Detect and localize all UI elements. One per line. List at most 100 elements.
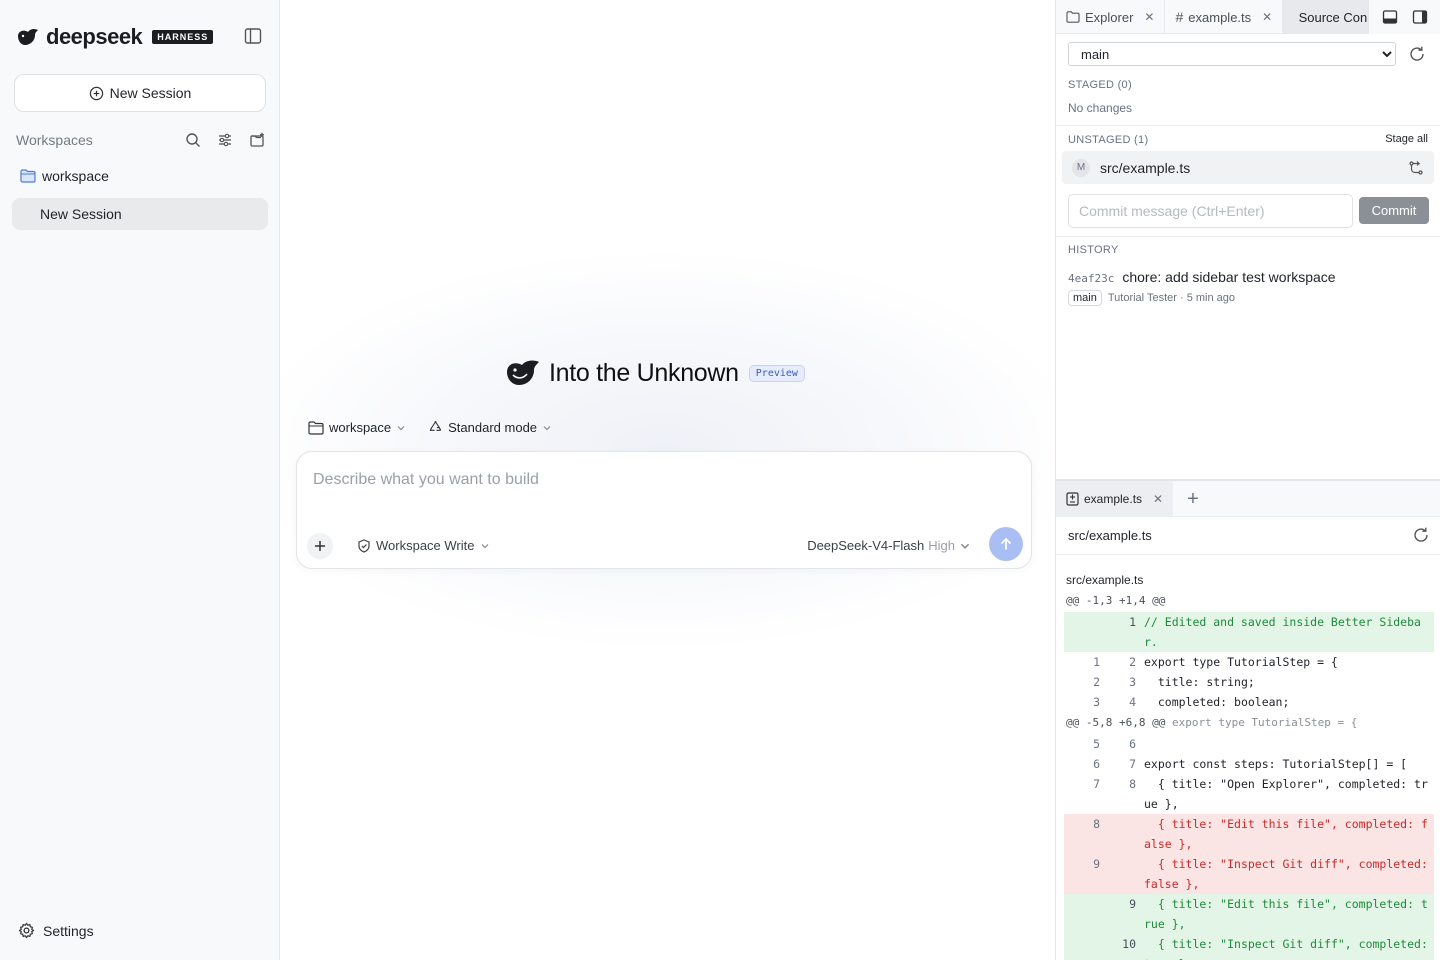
divider: [1056, 125, 1440, 126]
refresh-icon[interactable]: [1412, 526, 1430, 544]
diff-line-del: 8 { title: "Edit this file", completed: …: [1064, 814, 1434, 854]
attach-button[interactable]: [307, 533, 333, 559]
send-button[interactable]: [989, 527, 1023, 561]
new-line-number: [1100, 854, 1144, 894]
new-line-number: 7: [1129, 757, 1136, 771]
mode-selector[interactable]: Standard mode: [428, 420, 552, 435]
tab-label: example.ts: [1188, 9, 1252, 25]
file-diff-icon: [1066, 491, 1079, 506]
line-code: { title: "Inspect Git diff", completed: …: [1144, 937, 1428, 960]
line-code: { title: "Edit this file", completed: tr…: [1144, 897, 1428, 931]
logo-text: deepseek: [46, 24, 143, 49]
main-area: Into the Unknown Preview workspace Stand…: [280, 0, 1055, 960]
workspace-folder[interactable]: workspace: [20, 168, 109, 184]
branch-select[interactable]: main: [1068, 42, 1396, 66]
close-icon[interactable]: ✕: [1262, 10, 1272, 24]
line-code: title: string;: [1144, 675, 1255, 689]
panel-controls: [1369, 0, 1440, 34]
commit-message: chore: add sidebar test workspace: [1122, 269, 1336, 285]
mode-selector-label: Standard mode: [448, 420, 538, 435]
chevron-down-icon: [960, 543, 970, 549]
new-line-number: 4: [1129, 695, 1136, 709]
model-level: High: [928, 538, 955, 553]
commit-hash: 4eaf23c: [1068, 272, 1115, 285]
diff-file-header: src/example.ts: [1066, 573, 1144, 587]
line-code: export const steps: TutorialStep[] = [: [1144, 757, 1408, 771]
close-icon[interactable]: ✕: [1153, 492, 1163, 506]
composer: Workspace Write DeepSeek-V4-Flash High: [296, 451, 1032, 569]
branch-badge: main: [1068, 290, 1102, 306]
tab-label: example.ts: [1084, 491, 1143, 506]
panel-tabbar: Explorer ✕ # example.ts ✕ Source Con: [1056, 0, 1440, 34]
preview-badge: Preview: [748, 364, 805, 382]
diff-line-ctx: 7 8 { title: "Open Explorer", completed: …: [1064, 774, 1434, 814]
commit-message-input[interactable]: [1068, 194, 1353, 228]
workspace-selector-label: workspace: [329, 420, 392, 435]
tab-diff-example-ts[interactable]: example.ts ✕: [1056, 480, 1174, 517]
chevron-down-icon: [397, 425, 405, 430]
permission-selector[interactable]: Workspace Write: [357, 538, 490, 553]
context-selectors: workspace Standard mode: [308, 420, 552, 435]
unstaged-label: UNSTAGED (1): [1068, 134, 1149, 146]
session-item[interactable]: New Session: [12, 198, 268, 230]
history-item[interactable]: 4eaf23c chore: add sidebar test workspac…: [1068, 269, 1336, 285]
panel-right-icon[interactable]: [1412, 9, 1428, 25]
whale-logo-icon: [507, 360, 539, 385]
settings-label: Settings: [43, 922, 94, 939]
shield-check-icon: [358, 538, 370, 553]
hunk-context: export type TutorialStep = {: [1165, 716, 1358, 729]
panel-bottom-icon[interactable]: [1382, 9, 1398, 25]
divider: [1056, 554, 1440, 555]
old-line-number: 3: [1093, 695, 1100, 709]
old-line-number: [1064, 894, 1100, 934]
workspace-name: workspace: [42, 168, 109, 184]
new-folder-icon[interactable]: [248, 131, 266, 149]
diff-path: src/example.ts: [1068, 527, 1152, 543]
line-code: { title: "Open Explorer", completed: tru…: [1144, 777, 1428, 811]
tab-example-ts[interactable]: # example.ts ✕: [1165, 0, 1284, 34]
add-tab-icon[interactable]: +: [1187, 489, 1199, 509]
folder-icon: [20, 169, 36, 183]
prompt-input[interactable]: [313, 468, 1013, 492]
close-icon[interactable]: ✕: [1144, 10, 1154, 24]
diff-hunk-header: @@ -1,3 +1,4 @@: [1064, 590, 1434, 612]
diff-line-del: 9 { title: "Inspect Git diff", completed…: [1064, 854, 1434, 894]
workspace-selector[interactable]: workspace: [308, 420, 406, 435]
refresh-icon[interactable]: [1408, 45, 1426, 63]
diff-line-ctx: 6 7 export const steps: TutorialStep[] = [: [1064, 754, 1434, 774]
branch-row: main: [1068, 42, 1430, 66]
old-line-number: [1064, 934, 1100, 960]
filter-sliders-icon[interactable]: [216, 131, 234, 149]
git-compare-icon[interactable]: [1408, 160, 1424, 176]
unstaged-file-row[interactable]: M src/example.ts: [1062, 151, 1434, 184]
stage-all-button[interactable]: Stage all: [1385, 133, 1428, 145]
search-icon[interactable]: [184, 131, 202, 149]
commit-button[interactable]: Commit: [1359, 197, 1429, 224]
new-line-number: 9: [1129, 897, 1136, 911]
diff-line-ctx: 3 4 completed: boolean;: [1064, 692, 1434, 712]
history-meta: main Tutorial Tester · 5 min ago: [1068, 290, 1235, 306]
new-line-number: 8: [1129, 777, 1136, 791]
tab-source-control[interactable]: Source Con: [1283, 0, 1378, 34]
new-line-number: 3: [1129, 675, 1136, 689]
permission-label: Workspace Write: [376, 538, 475, 553]
sidebar-toggle-icon[interactable]: [244, 27, 262, 45]
chevron-down-icon: [481, 543, 488, 548]
new-line-number: 2: [1129, 655, 1136, 669]
model-selector[interactable]: DeepSeek-V4-Flash High: [807, 538, 971, 553]
history-label: HISTORY: [1068, 244, 1119, 256]
new-session-button[interactable]: New Session: [14, 74, 266, 112]
app-logo: deepseek HARNESS: [16, 24, 214, 50]
hero: Into the Unknown Preview: [505, 358, 805, 388]
old-line-number: 1: [1093, 655, 1100, 669]
diff-view: src/example.ts @@ -1,3 +1,4 @@ 1 // Edited…: [1064, 570, 1434, 960]
settings-button[interactable]: Settings: [18, 922, 94, 939]
tab-explorer[interactable]: Explorer ✕: [1056, 0, 1166, 34]
new-session-label: New Session: [109, 85, 192, 101]
model-name: DeepSeek-V4-Flash: [807, 538, 925, 553]
right-panel: Explorer ✕ # example.ts ✕ Source Con mai…: [1055, 0, 1440, 960]
no-changes-text: No changes: [1068, 101, 1133, 115]
file-path: src/example.ts: [1100, 159, 1191, 176]
line-code: export type TutorialStep = {: [1144, 655, 1338, 669]
